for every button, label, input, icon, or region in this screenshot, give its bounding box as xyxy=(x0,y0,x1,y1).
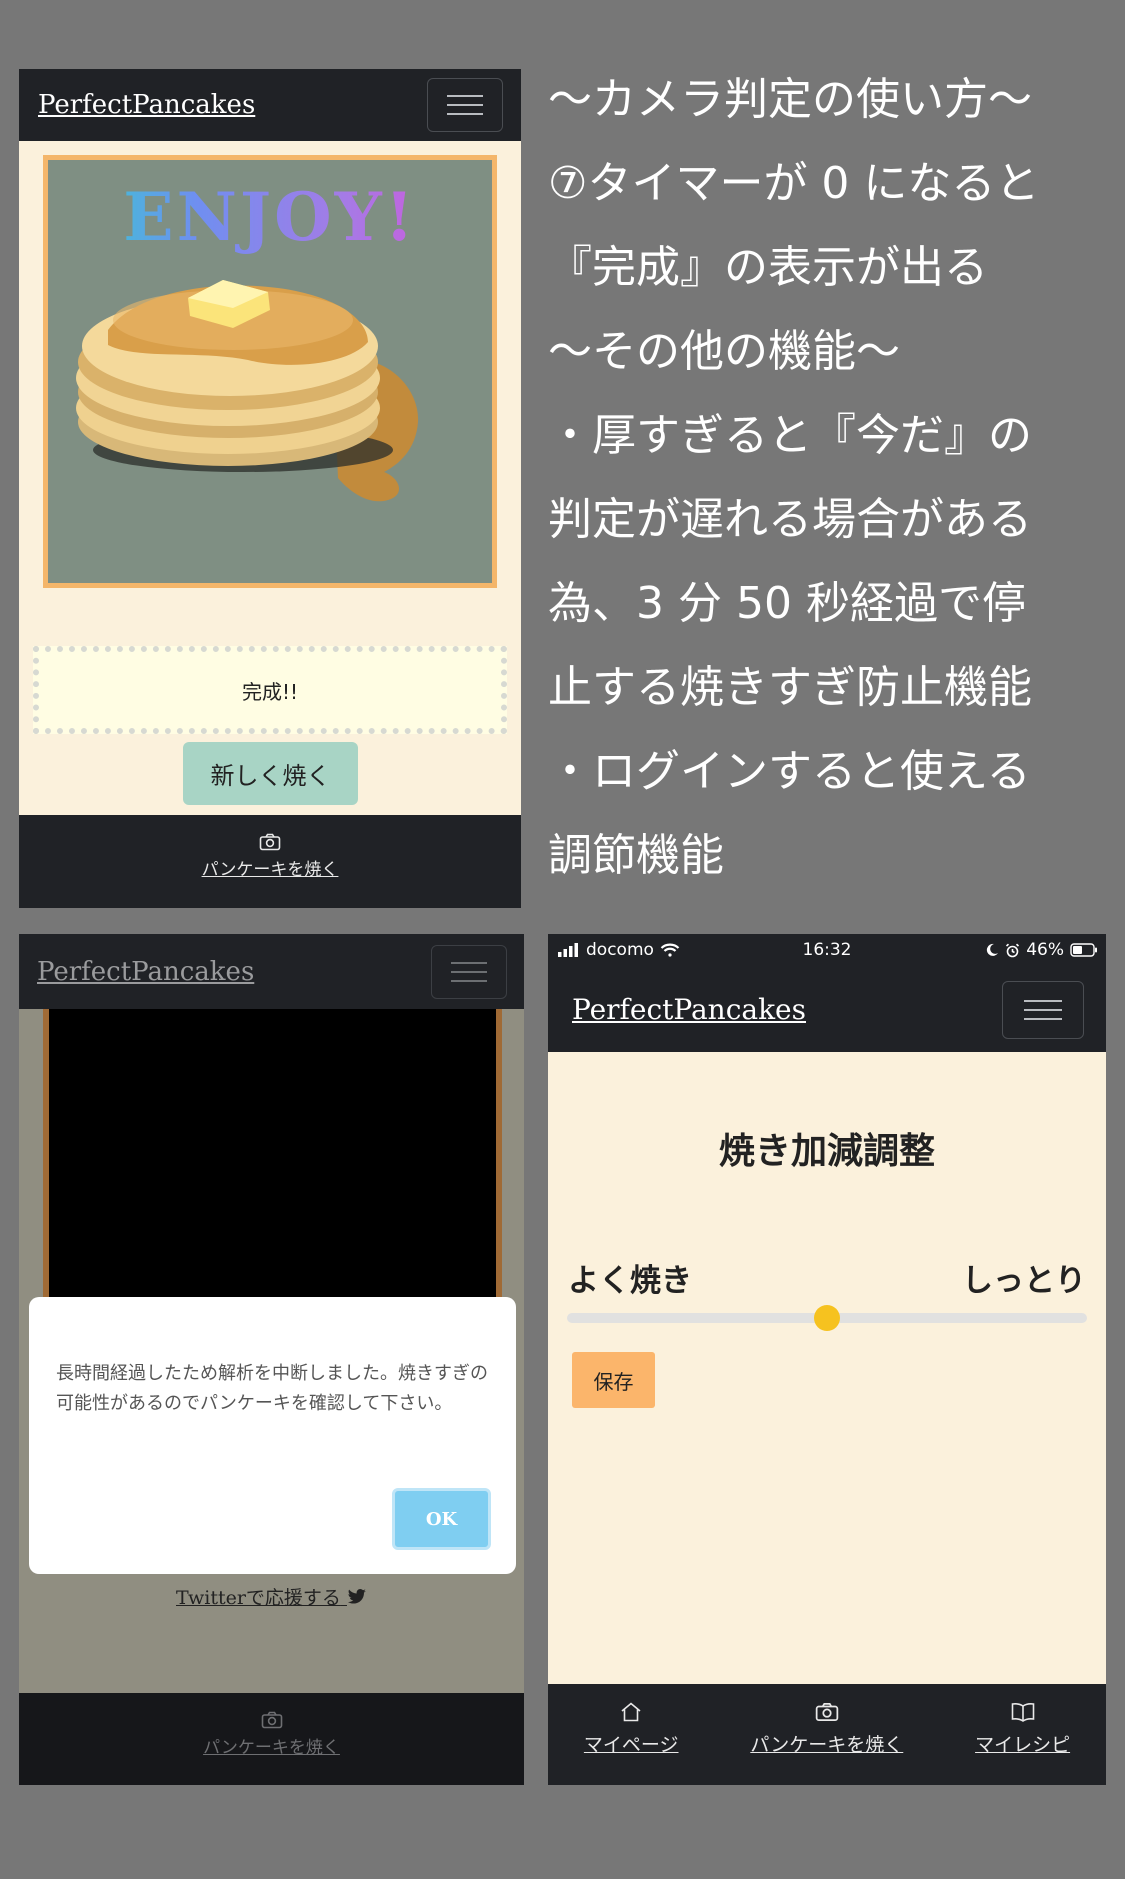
caption-line: 為、3 分 50 秒経過で停 xyxy=(548,578,1026,629)
nav-label: パンケーキを焼く xyxy=(750,1734,904,1756)
screenshot-complete: PerfectPancakes ENJOY! 完成!! 新しく焼く パンケーキを… xyxy=(19,69,521,908)
menu-icon[interactable] xyxy=(431,944,507,999)
pancake-image: ENJOY! xyxy=(43,155,497,588)
phone-status-bar: docomo 16:32 46% xyxy=(548,934,1106,967)
caption-line: ・厚すぎると『今だ』の xyxy=(548,410,1032,461)
camera-icon xyxy=(19,1711,524,1733)
caption-line: 〜その他の機能〜 xyxy=(548,326,900,377)
alarm-icon xyxy=(1006,943,1020,957)
caption-line: 止する焼きすぎ防止機能 xyxy=(548,662,1032,713)
new-bake-button[interactable]: 新しく焼く xyxy=(183,742,358,805)
footer-nav: マイページ パンケーキを焼く マイレシピ xyxy=(548,1684,1106,1785)
moon-icon xyxy=(987,943,999,956)
twitter-icon xyxy=(347,1589,366,1604)
timeout-alert-dialog: 長時間経過したため解析を中断しました。焼きすぎの可能性があるのでパンケーキを確認… xyxy=(29,1297,516,1574)
battery-icon xyxy=(1070,943,1097,957)
battery-percent: 46% xyxy=(1026,940,1064,960)
status-message: 完成!! xyxy=(33,646,507,734)
caption-line: 『完成』の表示が出る xyxy=(548,242,988,293)
slider-thumb[interactable] xyxy=(814,1305,840,1331)
main-content: 焼き加減調整 よく焼き しっとり 保存 xyxy=(548,1052,1106,1684)
dialog-message: 長時間経過したため解析を中断しました。焼きすぎの可能性があるのでパンケーキを確認… xyxy=(56,1363,488,1414)
navbar: PerfectPancakes xyxy=(19,934,524,1009)
save-button[interactable]: 保存 xyxy=(572,1352,655,1408)
menu-icon[interactable] xyxy=(427,78,503,132)
navbar: PerfectPancakes xyxy=(548,967,1106,1052)
twitter-link-label: Twitterで応援する xyxy=(176,1587,341,1609)
menu-icon[interactable] xyxy=(1002,980,1084,1039)
brand-link[interactable]: PerfectPancakes xyxy=(38,90,255,120)
camera-preview xyxy=(43,1009,502,1339)
footer-nav: パンケーキを焼く xyxy=(19,1693,524,1785)
caption-line: ・ログインすると使える xyxy=(548,746,1031,797)
twitter-link[interactable]: Twitterで応援する xyxy=(19,1583,524,1610)
brand-link[interactable]: PerfectPancakes xyxy=(37,957,254,987)
brand-link[interactable]: PerfectPancakes xyxy=(572,993,806,1026)
nav-item-myrecipe[interactable]: マイレシピ xyxy=(975,1702,1070,1785)
caption-line: ⑦タイマーが 0 になると xyxy=(548,158,1040,209)
ok-button[interactable]: OK xyxy=(392,1488,491,1550)
nav-item-bake[interactable]: パンケーキを焼く xyxy=(750,1702,903,1785)
nav-label: マイレシピ xyxy=(975,1734,1071,1756)
caption-line: 〜カメラ判定の使い方〜 xyxy=(548,74,1032,125)
page-title: 焼き加減調整 xyxy=(718,1131,935,1172)
instruction-caption: 〜カメラ判定の使い方〜 ⑦タイマーが 0 になると 『完成』の表示が出る 〜その… xyxy=(548,58,1118,898)
main-content: ENJOY! 完成!! 新しく焼く xyxy=(19,141,521,815)
footer-nav: パンケーキを焼く xyxy=(19,815,521,908)
bake-pancake-link[interactable]: パンケーキを焼く xyxy=(19,855,521,880)
nav-item-mypage[interactable]: マイページ xyxy=(584,1702,679,1785)
nav-label: マイページ xyxy=(583,1734,679,1756)
camera-icon xyxy=(815,1702,839,1722)
home-icon xyxy=(621,1702,641,1722)
screenshot-doneness-settings: docomo 16:32 46% PerfectPancakes 焼き加減調整 … xyxy=(548,934,1106,1785)
slider-min-label: よく焼き xyxy=(568,1263,692,1299)
pancake-illustration xyxy=(76,280,419,502)
caption-line: 調節機能 xyxy=(548,830,724,881)
slider-max-label: しっとり xyxy=(962,1263,1086,1299)
camera-icon xyxy=(19,833,521,855)
main-content: Twitterで応援する 長時間経過したため解析を中断しました。焼きすぎの可能性… xyxy=(19,1009,524,1693)
book-icon xyxy=(1011,1703,1034,1722)
navbar: PerfectPancakes xyxy=(19,69,521,141)
doneness-slider[interactable] xyxy=(567,1305,1087,1331)
bake-pancake-link[interactable]: パンケーキを焼く xyxy=(19,1733,524,1758)
screenshot-timeout-dialog: PerfectPancakes Twitterで応援する 長時間経過したため解析… xyxy=(19,934,524,1785)
caption-line: 判定が遅れる場合がある xyxy=(548,494,1032,545)
